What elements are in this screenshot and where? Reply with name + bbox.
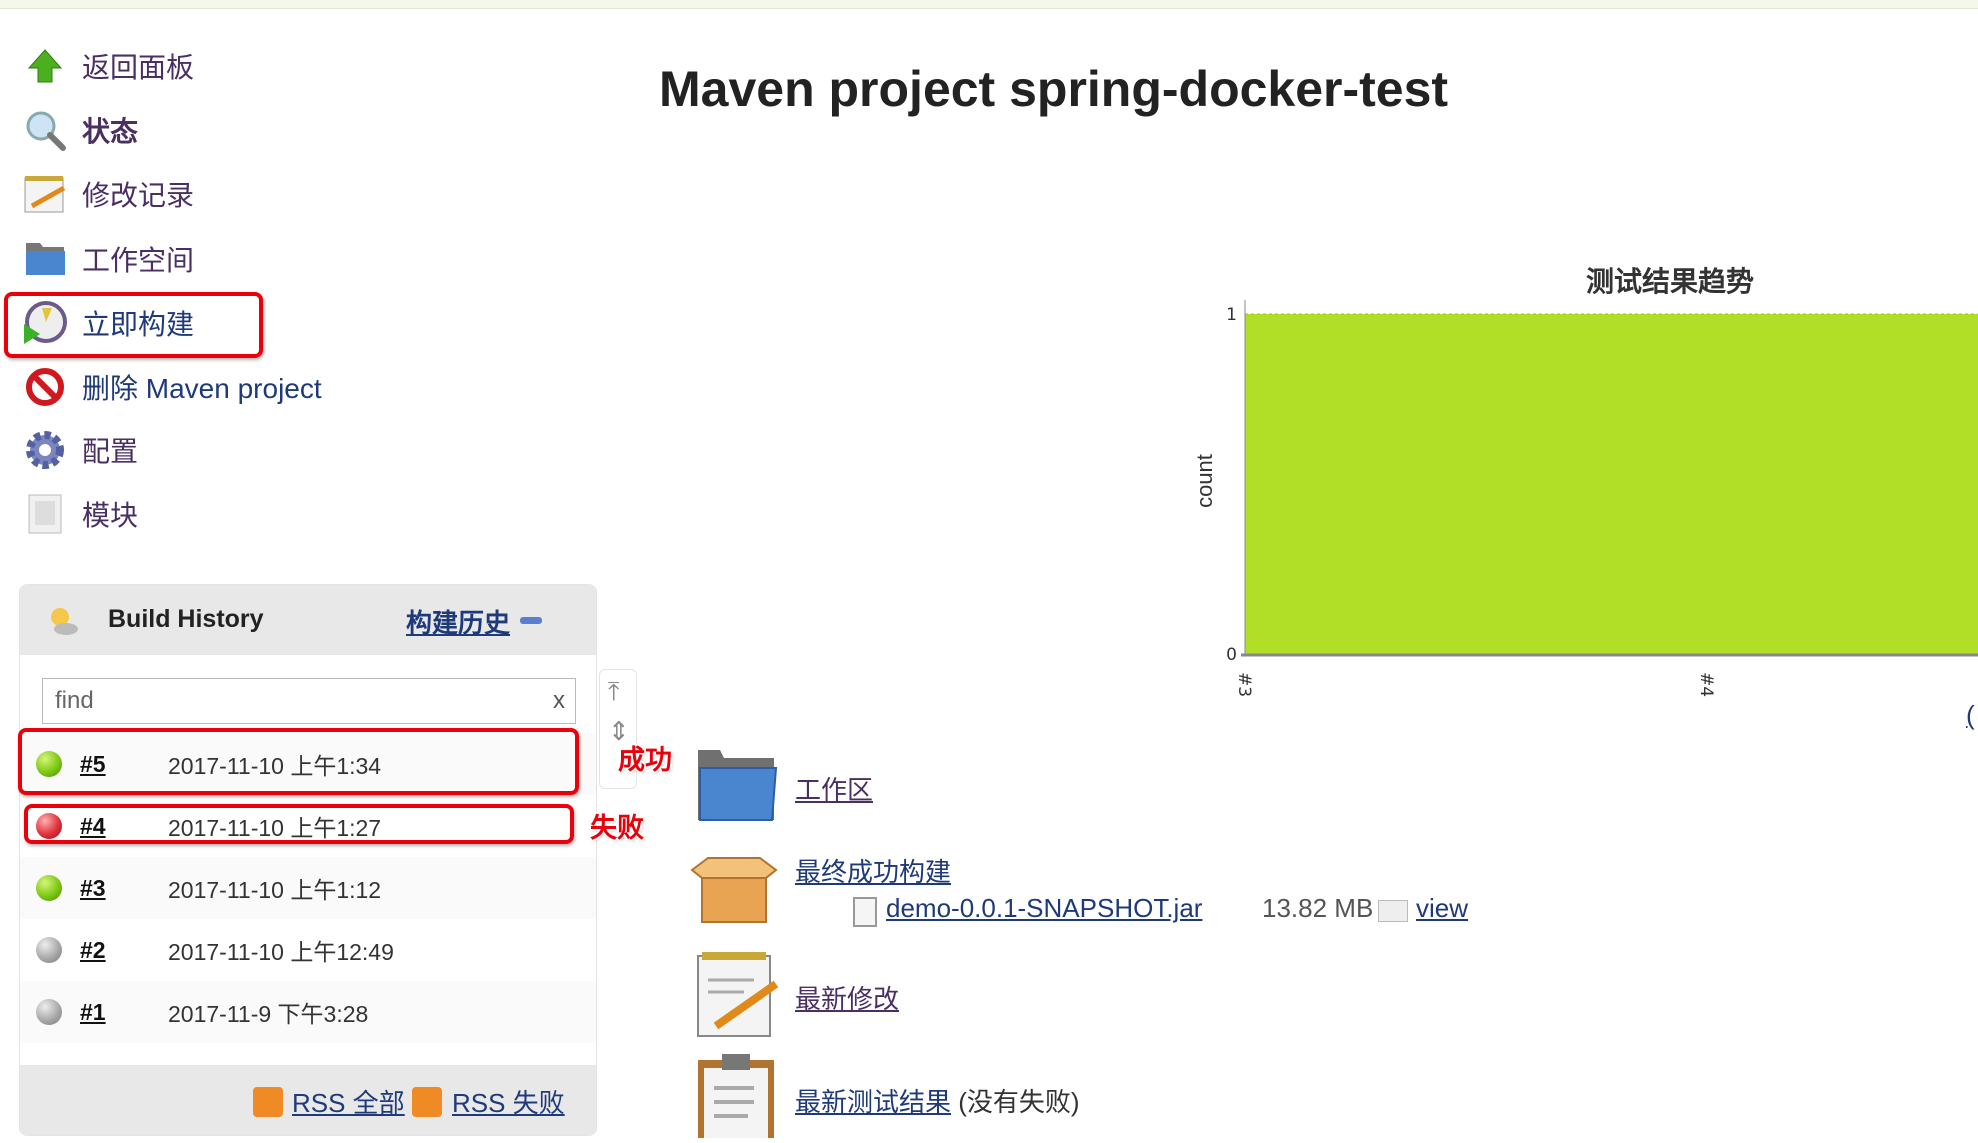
workspace-folder-icon: [694, 748, 780, 829]
sidebar-item-label: 状态: [82, 116, 139, 147]
sidebar-item-label: 工作空间: [82, 245, 195, 276]
rss-icon: [253, 1087, 283, 1117]
annotation-failed: 失败: [590, 813, 644, 843]
no-entry-icon: [22, 364, 68, 410]
build-link[interactable]: #2: [80, 937, 150, 964]
x-tick-label: #4: [1696, 672, 1716, 697]
rss-all-link[interactable]: RSS 全部: [292, 1083, 405, 1120]
gear-icon: [22, 427, 68, 473]
sidebar-item-label: 配置: [82, 436, 139, 467]
build-link[interactable]: #3: [80, 875, 150, 902]
status-not-built-icon: [36, 999, 62, 1025]
series-area: [1245, 314, 1978, 654]
latest-changes-link[interactable]: 最新修改: [795, 979, 899, 1016]
build-row[interactable]: #1 2017-11-9 下午3:28: [20, 981, 596, 1043]
weather-sunny-icon: [44, 603, 80, 642]
test-trend-chart: 测试结果趋势 count 0 1 #3 #4: [1150, 250, 1978, 730]
top-bar: [0, 0, 1978, 9]
view-link[interactable]: view: [1416, 893, 1468, 924]
notepad-pencil-icon: [694, 950, 780, 1043]
sidebar-item-label: 模块: [82, 500, 139, 531]
latest-test-results-link[interactable]: 最新测试结果: [795, 1087, 951, 1117]
annotation-success: 成功: [618, 745, 672, 775]
artifact-size: 13.82 MB: [1262, 893, 1374, 923]
build-row[interactable]: #3 2017-11-10 上午1:12: [20, 857, 596, 919]
notepad-icon: [22, 171, 68, 217]
clear-search-button[interactable]: x: [553, 687, 565, 715]
build-history-title: Build History: [108, 605, 264, 633]
build-search-input[interactable]: find x: [42, 678, 576, 724]
chart-plot: 0 1 #3 #4: [1226, 300, 1978, 697]
y-tick-label: 1: [1226, 305, 1237, 325]
rss-icon: [412, 1087, 442, 1117]
sidebar-item-label: 修改记录: [82, 180, 195, 211]
latest-tests-note: (没有失败): [958, 1087, 1080, 1117]
file-icon: [853, 897, 877, 927]
module-icon: [22, 491, 68, 537]
build-history-trend-link[interactable]: 构建历史: [406, 603, 510, 640]
page-title: Maven project spring-docker-test: [659, 61, 1449, 117]
sidebar-item-label: 返回面板: [82, 52, 195, 83]
search-icon: [22, 107, 68, 153]
sidebar-item-label: 删除 Maven project: [82, 373, 322, 404]
sidebar-item-back-dashboard[interactable]: 返回面板: [22, 38, 194, 94]
build-date: 2017-11-10 上午12:49: [168, 939, 394, 965]
scroll-top-icon[interactable]: ⤒: [608, 676, 620, 708]
clipboard-icon: [694, 1052, 780, 1143]
build-date: 2017-11-9 下午3:28: [168, 1001, 369, 1027]
y-tick-label: 0: [1226, 645, 1237, 665]
latest-tests-row: 最新测试结果 (没有失败): [795, 1082, 1080, 1119]
partial-link[interactable]: (: [1966, 700, 1975, 731]
build-row[interactable]: #2 2017-11-10 上午12:49: [20, 919, 596, 981]
rss-failed-link[interactable]: RSS 失败: [452, 1083, 565, 1120]
build-link[interactable]: #1: [80, 999, 150, 1026]
sidebar-item-delete-project[interactable]: 删除 Maven project: [22, 359, 322, 415]
highlight-build-now: [4, 292, 263, 358]
workspace-link[interactable]: 工作区: [795, 770, 873, 807]
up-arrow-icon: [22, 43, 68, 89]
highlight-build-4: [24, 804, 574, 844]
build-history-header: Build History 构建历史: [20, 585, 596, 655]
package-box-icon: [686, 856, 782, 931]
artifact-link[interactable]: demo-0.0.1-SNAPSHOT.jar: [886, 893, 1202, 924]
sidebar-item-status[interactable]: 状态: [22, 102, 138, 158]
fingerprint-icon: [1378, 900, 1408, 922]
collapse-icon[interactable]: [520, 617, 542, 624]
sidebar-item-changes[interactable]: 修改记录: [22, 166, 194, 222]
status-success-icon: [36, 875, 62, 901]
sidebar-item-configure[interactable]: 配置: [22, 422, 138, 478]
status-not-built-icon: [36, 937, 62, 963]
sidebar-item-modules[interactable]: 模块: [22, 486, 138, 542]
x-tick-label: #3: [1234, 672, 1254, 697]
last-successful-build-link[interactable]: 最终成功构建: [795, 852, 951, 889]
build-history-footer: RSS 全部 RSS 失败: [20, 1065, 596, 1135]
highlight-build-5: [18, 728, 579, 795]
build-history-panel: Build History 构建历史 find x #5 2017-11-10 上午…: [19, 584, 597, 1136]
sidebar-item-workspace[interactable]: 工作空间: [22, 231, 194, 287]
build-date: 2017-11-10 上午1:12: [168, 877, 382, 903]
folder-icon: [22, 236, 68, 282]
